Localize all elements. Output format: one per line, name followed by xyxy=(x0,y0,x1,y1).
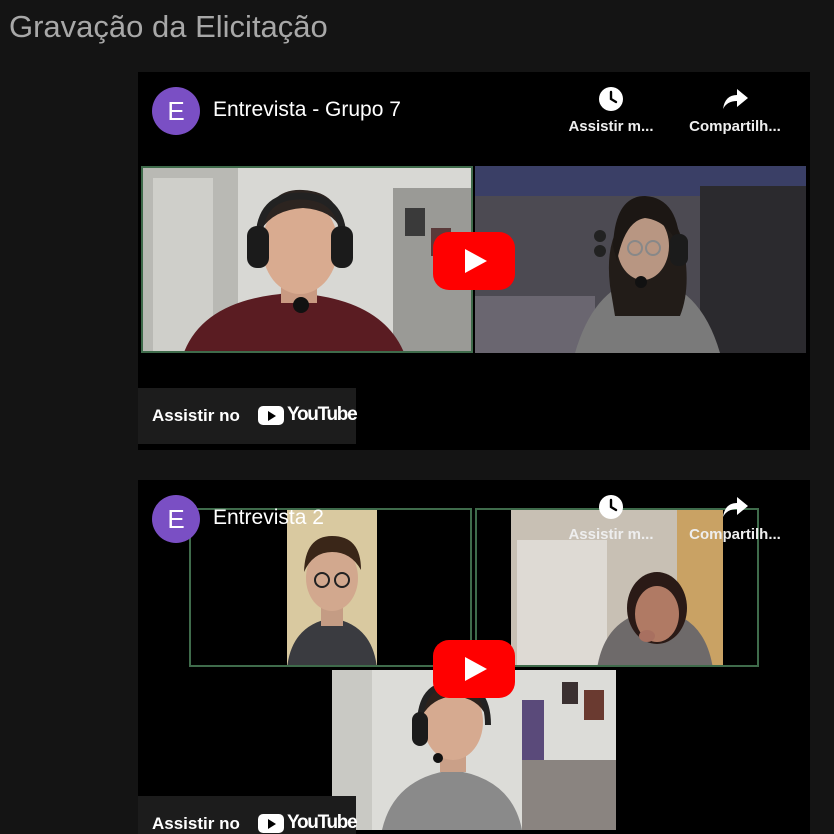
video-title[interactable]: Entrevista 2 xyxy=(213,506,324,530)
watch-on-youtube-button[interactable]: Assistir no YouTube xyxy=(138,388,358,444)
share-arrow-icon xyxy=(723,89,748,109)
youtube-logo-icon xyxy=(258,406,284,425)
share-label: Compartilh... xyxy=(689,118,781,135)
youtube-logo-icon xyxy=(258,814,284,833)
channel-avatar[interactable]: E xyxy=(152,495,200,543)
video-title[interactable]: Entrevista - Grupo 7 xyxy=(213,98,401,122)
play-button[interactable] xyxy=(433,232,515,290)
watch-on-youtube-button[interactable]: Assistir no YouTube xyxy=(138,796,358,834)
participant-tile-1 xyxy=(141,166,473,353)
watch-on-label: Assistir no xyxy=(152,406,240,425)
channel-avatar[interactable]: E xyxy=(152,87,200,135)
clock-icon xyxy=(599,495,623,519)
participant-tile-1 xyxy=(189,508,472,667)
video-embed-2[interactable]: E Entrevista 2 Assistir m... Compartilh.… xyxy=(138,480,810,834)
participant-video xyxy=(143,168,471,351)
youtube-wordmark: YouTube xyxy=(287,404,358,425)
share-button[interactable]: Compartilh... xyxy=(680,494,790,543)
page-title: Gravação da Elicitação xyxy=(9,9,328,44)
share-arrow-icon xyxy=(723,497,748,517)
watch-on-label: Assistir no xyxy=(152,814,240,833)
share-label: Compartilh... xyxy=(689,526,781,543)
watch-later-label: Assistir m... xyxy=(568,526,654,543)
watch-later-button[interactable]: Assistir m... xyxy=(556,86,666,135)
watch-later-button[interactable]: Assistir m... xyxy=(556,494,666,543)
share-button[interactable]: Compartilh... xyxy=(680,86,790,135)
youtube-wordmark: YouTube xyxy=(287,812,358,833)
video-embed-1[interactable]: E Entrevista - Grupo 7 Assistir m... Com… xyxy=(138,72,810,450)
participant-tile-2 xyxy=(475,166,806,353)
play-button[interactable] xyxy=(433,640,515,698)
participant-video xyxy=(475,166,806,353)
watch-later-label: Assistir m... xyxy=(568,118,654,135)
participant-video xyxy=(191,510,470,665)
clock-icon xyxy=(599,87,623,111)
